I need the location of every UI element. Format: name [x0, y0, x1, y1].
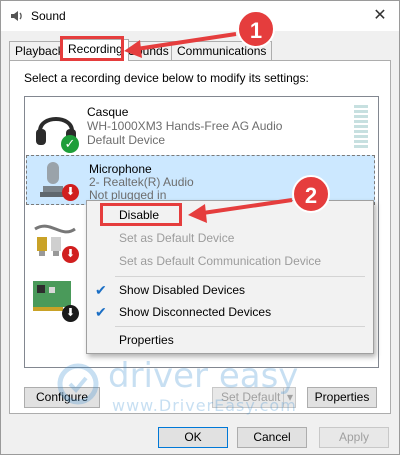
arrow-to-recording-tab [129, 32, 237, 52]
arrow-head-icon [188, 204, 207, 223]
step-1-badge: 1 [237, 10, 275, 48]
arrow-head-icon [124, 40, 142, 58]
arrow-to-disable [195, 198, 293, 216]
annotation-arrows [124, 32, 293, 223]
step-2-badge: 2 [292, 175, 330, 213]
